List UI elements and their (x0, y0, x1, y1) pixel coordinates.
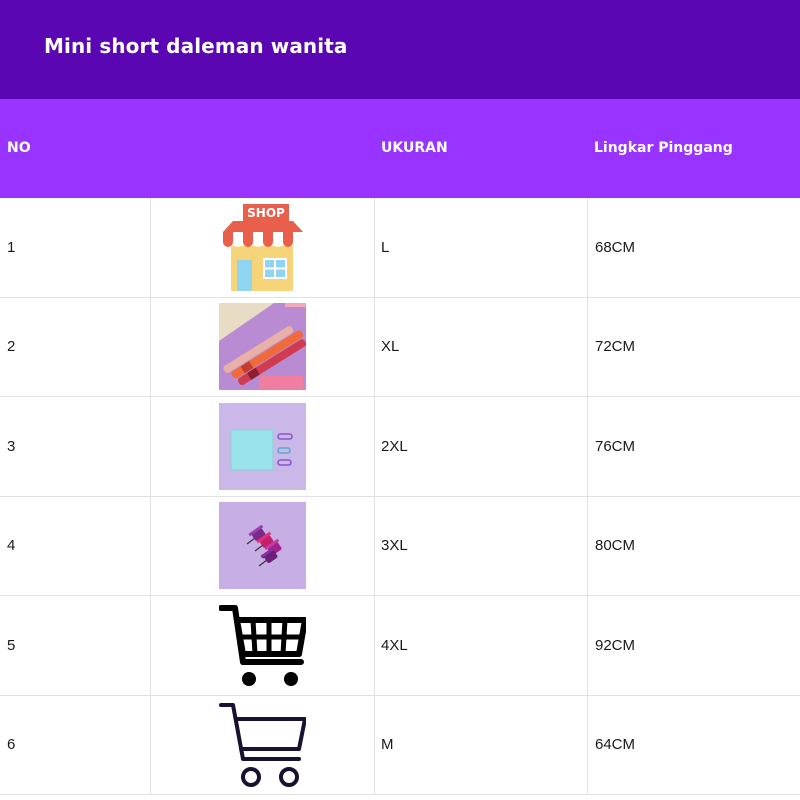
page-title: Mini short daleman wanita (44, 34, 348, 58)
row-number: 4 (0, 496, 151, 595)
row-waist: 72CM (595, 338, 636, 356)
row-image-cell (151, 596, 375, 695)
table-row: 6 M 64CM (0, 695, 800, 795)
row-size: 4XL (375, 596, 588, 695)
shop-sign-text: SHOP (247, 206, 285, 220)
header-waist: Lingkar Pinggang (594, 140, 733, 156)
row-waist: 80CM (595, 537, 636, 555)
row-image-cell: SHOP (151, 198, 375, 297)
row-image-cell (151, 695, 375, 794)
row-size: XL (375, 297, 588, 396)
title-bar: Mini short daleman wanita (0, 0, 800, 99)
table-row: 1 SHOP L 68CM (0, 198, 800, 298)
row-size: 3XL (375, 496, 588, 595)
row-number: 5 (0, 596, 151, 695)
row-size: M (375, 695, 588, 794)
row-number: 6 (0, 695, 151, 794)
row-waist: 92CM (595, 636, 636, 654)
sticky-note-photo (219, 402, 306, 490)
row-waist: 68CM (595, 238, 636, 256)
row-waist: 76CM (595, 437, 636, 455)
table-row: 3 2XL 76CM (0, 397, 800, 497)
table-header-row: NO UKURAN Lingkar Pinggang (0, 99, 800, 198)
row-number: 1 (0, 198, 151, 297)
table-body: 1 SHOP L 68CM 2 XL 72CM 3 2XL 76CM 4 3XL… (0, 198, 800, 795)
row-size: L (375, 198, 588, 297)
row-waist: 64CM (595, 736, 636, 754)
row-image-cell (151, 397, 375, 496)
row-size: 2XL (375, 397, 588, 496)
table-row: 5 4XL 92CM (0, 596, 800, 696)
shop-icon: SHOP (223, 203, 303, 291)
row-image-cell (151, 297, 375, 396)
row-image-cell (151, 496, 375, 595)
shopping-cart-icon (219, 604, 306, 686)
shopping-cart-outline-icon (219, 703, 306, 788)
table-row: 2 XL 72CM (0, 297, 800, 397)
table-row: 4 3XL 80CM (0, 496, 800, 596)
push-pins-photo (219, 502, 306, 590)
pens-photo (219, 303, 306, 391)
header-no: NO (7, 140, 31, 156)
row-number: 3 (0, 397, 151, 496)
header-size: UKURAN (381, 140, 448, 156)
row-number: 2 (0, 297, 151, 396)
